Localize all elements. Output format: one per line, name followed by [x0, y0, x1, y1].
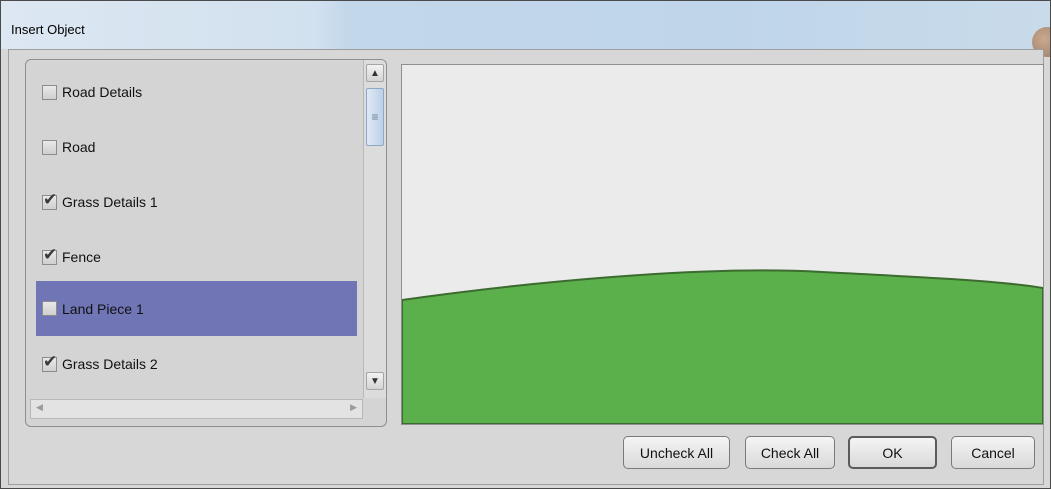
insert-object-dialog: Insert Object Road Details Road ✔ Grass …: [0, 0, 1051, 489]
land-piece-shape: [402, 269, 1043, 424]
vertical-scrollbar[interactable]: ▲ ≡ ▼: [363, 60, 386, 398]
object-list: Road Details Road ✔ Grass Details 1 ✔ Fe…: [26, 60, 362, 398]
list-item-grass-details-2[interactable]: ✔ Grass Details 2: [36, 350, 357, 378]
list-item-road-details[interactable]: Road Details: [36, 78, 357, 106]
checkbox[interactable]: [42, 139, 57, 155]
scroll-right-button[interactable]: ▶: [350, 402, 357, 413]
list-item-road[interactable]: Road: [36, 133, 357, 161]
arrow-down-icon: ▼: [370, 375, 380, 387]
object-preview: [401, 64, 1044, 425]
scroll-left-button[interactable]: ◀: [36, 402, 43, 413]
checkbox[interactable]: ✔: [42, 352, 57, 372]
checkbox[interactable]: ✔: [42, 245, 57, 265]
scroll-up-button[interactable]: ▲: [366, 64, 384, 82]
checkbox[interactable]: [42, 84, 57, 100]
checkbox[interactable]: [42, 301, 57, 316]
list-item-grass-details-1[interactable]: ✔ Grass Details 1: [36, 188, 357, 216]
list-item-label: Road: [62, 139, 96, 155]
check-all-button[interactable]: Check All: [745, 436, 835, 469]
horizontal-scrollbar[interactable]: ◀ ▶: [30, 399, 363, 419]
list-item-label: Grass Details 1: [62, 194, 158, 210]
list-item-label: Land Piece 1: [62, 300, 144, 317]
list-item-land-piece-1[interactable]: Land Piece 1: [36, 281, 357, 336]
arrow-right-icon: ▶: [350, 402, 357, 412]
check-icon: ✔: [43, 189, 58, 210]
list-item-label: Fence: [62, 249, 101, 265]
dialog-title: Insert Object: [11, 22, 85, 37]
check-icon: ✔: [43, 351, 58, 372]
scroll-thumb[interactable]: ≡: [366, 88, 384, 146]
grip-icon: ≡: [371, 110, 379, 124]
arrow-up-icon: ▲: [370, 67, 380, 79]
list-item-fence[interactable]: ✔ Fence: [36, 243, 357, 271]
ok-button[interactable]: OK: [848, 436, 937, 469]
preview-canvas: [402, 65, 1043, 424]
title-bar[interactable]: Insert Object: [1, 1, 1050, 57]
list-item-label: Grass Details 2: [62, 356, 158, 372]
checkbox[interactable]: ✔: [42, 190, 57, 210]
arrow-left-icon: ◀: [36, 402, 43, 412]
scroll-down-button[interactable]: ▼: [366, 372, 384, 390]
list-item-label: Road Details: [62, 84, 143, 100]
check-icon: ✔: [43, 244, 58, 265]
object-list-panel: Road Details Road ✔ Grass Details 1 ✔ Fe…: [25, 59, 387, 427]
cancel-button[interactable]: Cancel: [951, 436, 1035, 469]
uncheck-all-button[interactable]: Uncheck All: [623, 436, 730, 469]
